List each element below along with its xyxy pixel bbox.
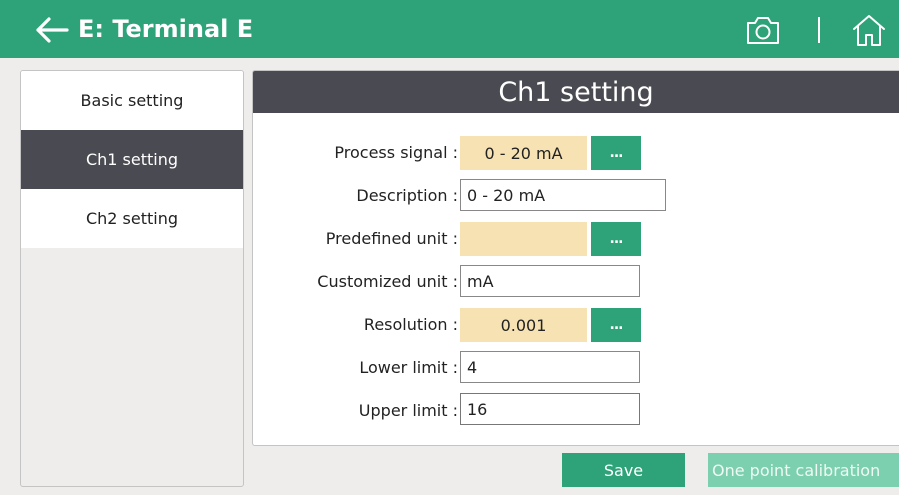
resolution-label: Resolution :	[363, 315, 458, 334]
more-icon: ...	[609, 145, 624, 161]
predefined-unit-select-button[interactable]: ...	[591, 222, 641, 256]
one-point-calibration-button[interactable]: One point calibration	[708, 453, 899, 487]
page-title: E: Terminal E	[78, 15, 254, 43]
back-button[interactable]	[32, 10, 72, 50]
process-signal-value[interactable]: 0 - 20 mA	[460, 136, 587, 170]
more-icon: ...	[609, 317, 624, 333]
predefined-unit-label: Predefined unit :	[325, 229, 458, 248]
resolution-value[interactable]: 0.001	[460, 308, 587, 342]
arrow-left-icon	[36, 17, 69, 43]
description-input[interactable]	[460, 179, 666, 211]
sidebar-item-basic-setting[interactable]: Basic setting	[21, 71, 243, 130]
more-icon: ...	[609, 231, 624, 247]
upper-limit-input[interactable]	[460, 393, 640, 425]
description-label: Description :	[356, 186, 458, 205]
top-bar: E: Terminal E	[0, 0, 899, 58]
customized-unit-input[interactable]	[460, 265, 640, 297]
home-icon	[853, 15, 885, 46]
screenshot-button[interactable]	[745, 14, 781, 46]
lower-limit-input[interactable]	[460, 351, 640, 383]
sidebar-item-label: Ch2 setting	[85, 209, 179, 228]
sidebar-item-label: Basic setting	[80, 91, 184, 110]
process-signal-label: Process signal :	[334, 143, 458, 162]
camera-icon	[747, 17, 779, 44]
header-divider	[818, 17, 820, 43]
sidebar-item-label: Ch1 setting	[85, 150, 179, 169]
save-button[interactable]: Save	[562, 453, 685, 487]
sidebar-item-ch1-setting[interactable]: Ch1 setting	[21, 130, 243, 189]
upper-limit-label: Upper limit :	[358, 401, 458, 420]
settings-sidebar: Basic setting Ch1 setting Ch2 setting	[20, 70, 244, 487]
predefined-unit-value[interactable]	[460, 222, 587, 256]
lower-limit-label: Lower limit :	[359, 358, 458, 377]
panel-title: Ch1 setting	[253, 71, 899, 113]
home-button[interactable]	[851, 12, 887, 48]
ch1-settings-panel: Ch1 setting Process signal : 0 - 20 mA .…	[252, 70, 899, 446]
process-signal-select-button[interactable]: ...	[591, 136, 641, 170]
customized-unit-label: Customized unit :	[317, 272, 458, 291]
resolution-select-button[interactable]: ...	[591, 308, 641, 342]
sidebar-item-ch2-setting[interactable]: Ch2 setting	[21, 189, 243, 248]
